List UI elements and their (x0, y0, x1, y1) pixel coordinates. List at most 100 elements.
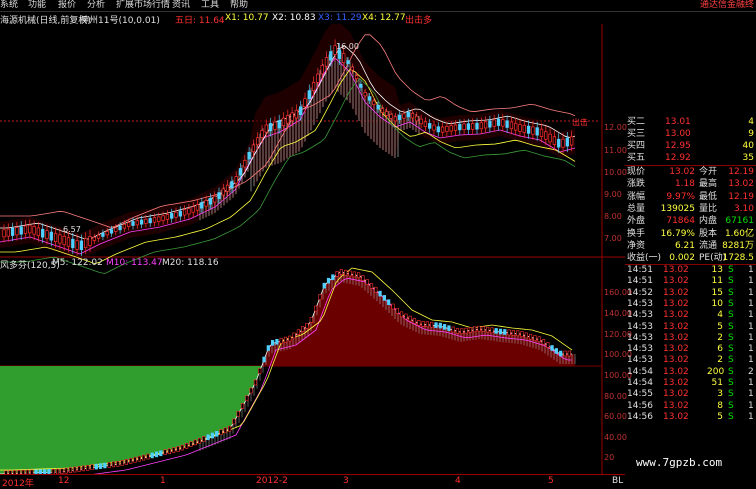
low-price-label: 6.57 (63, 225, 81, 234)
tick-side: S (728, 389, 734, 400)
tick-side: S (728, 310, 734, 321)
candle-body (122, 223, 127, 229)
sub-candle (356, 272, 361, 279)
sub-candle (270, 340, 275, 346)
sub-candle (60, 468, 64, 474)
menu-item-system[interactable]: 系统 (0, 0, 18, 10)
sub-candle (81, 465, 85, 472)
candle-body (509, 121, 514, 130)
tick-row[interactable]: 14:52 13.02 15 S 1 (625, 288, 756, 299)
price-axis-label: 8.00 (604, 212, 622, 221)
candle-body (114, 227, 118, 232)
tick-row[interactable]: 14:53 13.02 2 S 1 (625, 355, 756, 366)
candle-body (92, 236, 96, 241)
bid-row[interactable]: 买五 12.92 35 (625, 152, 756, 164)
candle-body (32, 226, 36, 235)
candle-body (359, 83, 363, 88)
tick-row[interactable]: 14:53 13.02 2 S 1 (625, 333, 756, 344)
stat-value: 139025 (660, 203, 695, 214)
date-tick-label: 3 (343, 476, 349, 486)
tick-row[interactable]: 14:56 13.02 8 S 1 (625, 401, 756, 412)
candle-body (397, 115, 402, 120)
candle-body (182, 209, 187, 216)
tick-row[interactable]: 14:53 13.02 5 S 1 (625, 322, 756, 333)
tick-row[interactable]: 14:51 13.02 13 S 1 (625, 265, 756, 276)
sub-candle (180, 444, 184, 451)
stat-row: 涨跌 1.18 最高 13.02 (625, 178, 756, 190)
tick-row[interactable]: 14:54 13.02 200 S 2 (625, 367, 756, 378)
candle-body (376, 104, 380, 110)
candle-body (436, 126, 440, 133)
sub-candle (305, 322, 309, 329)
tick-time: 14:53 (627, 298, 653, 309)
candle-body (260, 130, 264, 138)
sub-legend-m20: M20: 118.16 (162, 258, 219, 268)
candle-body (462, 123, 466, 130)
candle-body (79, 240, 84, 251)
sub-candle (236, 410, 240, 417)
candle-body (230, 181, 234, 189)
tick-row[interactable]: 14:53 13.02 4 S 1 (625, 310, 756, 321)
candle-body (161, 215, 165, 221)
bid-row[interactable]: 买四 12.95 40 (625, 140, 756, 152)
candle-body (385, 111, 389, 116)
candle-body (432, 124, 436, 131)
candle-body (135, 220, 139, 226)
price-axis-label: 11.00 (604, 146, 627, 155)
candle-body (15, 227, 19, 236)
menu-item-news[interactable]: 资讯 (172, 0, 190, 10)
tick-row[interactable]: 14:51 13.02 11 S 1 (625, 276, 756, 287)
stat-value: 13.02 (728, 179, 754, 190)
sub-axis-label: 40.00 (604, 433, 627, 442)
tick-row[interactable]: 14:53 13.02 10 S 1 (625, 299, 756, 310)
menu-item-help[interactable]: 帮助 (230, 0, 248, 10)
tick-row[interactable]: 14:53 13.02 6 S 1 (625, 344, 756, 355)
stat-label: 外盘 (627, 216, 646, 227)
bid-row[interactable]: 买三 13.00 9 (625, 128, 756, 140)
candle-body (496, 118, 501, 126)
candle-body (221, 188, 225, 196)
sub-candle (193, 439, 197, 446)
date-tick-label: 12 (58, 476, 70, 486)
stat-row: 总量 139025 量比 3.10 (625, 203, 756, 215)
sub-legend-m10: M10: 113.47 (106, 258, 163, 268)
sub-candle (374, 286, 378, 293)
menu-item-quote[interactable]: 报价 (58, 0, 76, 10)
tick-side: S (728, 321, 734, 332)
tick-price: 13.02 (663, 411, 689, 422)
price-axis-label: 12.00 (604, 123, 627, 132)
stat-label: 现价 (627, 167, 646, 177)
sub-candle (154, 451, 159, 458)
sub-candle (103, 462, 107, 469)
sub-candle (554, 348, 558, 354)
kline-chart[interactable] (0, 24, 625, 474)
stat-value: 13.02 (669, 167, 695, 177)
sub-candle (292, 332, 296, 339)
tick-price: 13.02 (663, 400, 689, 411)
candle-body (10, 227, 15, 236)
tick-row[interactable]: 14:56 13.02 5 S 1 (625, 412, 756, 423)
candle-body (165, 214, 170, 220)
menu-item-tools[interactable]: 工具 (201, 0, 219, 10)
candle-body (152, 217, 157, 223)
quote-panel: 买二 13.01 4 买三 13.00 9 买四 12.95 40 买五 12.… (625, 104, 756, 487)
bid-price: 13.01 (665, 117, 691, 127)
tick-row[interactable]: 14:55 13.02 3 S 1 (625, 389, 756, 400)
sub-candle (301, 326, 305, 332)
tick-time: 14:53 (627, 332, 653, 343)
tick-count: 1 (748, 265, 754, 275)
tick-volume: 2 (717, 355, 723, 366)
tick-row[interactable]: 14:54 13.02 51 S 1 (625, 378, 756, 389)
menu-item-function[interactable]: 功能 (28, 0, 46, 10)
tick-price: 13.02 (663, 321, 689, 332)
candle-body (251, 144, 256, 153)
menu-item-analysis[interactable]: 分析 (87, 0, 105, 10)
candle-body (264, 124, 268, 133)
candle-body (187, 208, 191, 215)
tick-side: S (728, 344, 734, 355)
tick-count: 1 (748, 411, 754, 422)
bid-row[interactable]: 买二 13.01 4 (625, 116, 756, 128)
menu-item-extended-market[interactable]: 扩展市场行情 (116, 0, 170, 10)
sub-candle (245, 395, 249, 402)
sub-candle (524, 332, 528, 339)
